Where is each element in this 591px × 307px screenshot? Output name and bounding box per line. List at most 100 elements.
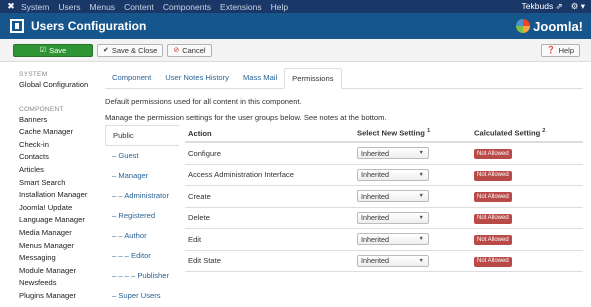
joomla-logo-mark-icon [516,19,531,33]
help-button[interactable]: ❓ Help [540,43,580,57]
save-button[interactable]: ☑ Save [13,43,93,57]
group-item[interactable]: – Manager [105,166,179,186]
table-row: Delete Inherited ▼ Not Allowed [185,208,583,229]
tab-permissions[interactable]: Permissions [284,68,342,89]
group-item[interactable]: – Super Users [105,286,179,306]
joomla-logo-text: Joomla! [533,18,583,34]
tab-user-notes-history[interactable]: User Notes History [158,68,236,88]
table-row: Edit State Inherited ▼ Not Allowed [185,251,583,272]
calculated-setting-header: Calculated Setting 2 [474,128,583,138]
permissions-table: Action Select New Setting 1 Calculated S… [185,125,583,272]
status-badge: Not Allowed [474,235,512,245]
site-name: Tekbuds [521,1,554,11]
group-item[interactable]: – – Author [105,226,179,246]
action-name: Delete [188,213,210,223]
sidebar-item-global-configuration[interactable]: Global Configuration [19,79,99,92]
sidebar-item-messaging[interactable]: Messaging [19,252,99,265]
user-menu[interactable]: ⚙ ▾ [571,1,585,12]
select-setting-header: Select New Setting 1 [357,128,474,138]
action-name: Edit State [188,256,221,266]
setting-select-value: Inherited [361,213,389,223]
calculated-cell: Not Allowed [474,191,583,202]
sidebar: SYSTEM Global Configuration COMPONENT Ba… [19,70,99,303]
top-navigation-bar: ✖ System Users Menus Content Components … [0,0,591,13]
action-name: Access Administration Interface [188,170,294,180]
check-icon: ✔ [103,47,109,54]
calculated-cell: Not Allowed [474,148,583,159]
user-groups-list: Public – Guest – Manager – – Administrator –… [105,125,179,306]
setting-select-value: Inherited [361,191,389,201]
setting-select[interactable]: Inherited ▼ [357,190,429,203]
sidebar-item-articles[interactable]: Articles [19,164,99,177]
status-badge: Not Allowed [474,170,512,181]
menu-menus[interactable]: Menus [90,2,116,12]
joomla-menu-icon[interactable]: ✖ [5,1,17,13]
setting-select[interactable]: Inherited ▼ [357,147,429,160]
setting-cell: Inherited ▼ [357,190,474,203]
cancel-button-label: Cancel [182,45,206,55]
table-row: Configure Inherited ▼ Not Allowed [185,143,583,165]
chevron-down-icon: ▼ [418,193,424,200]
chevron-down-icon: ▼ [418,214,424,221]
menu-extensions[interactable]: Extensions [220,2,262,12]
question-icon: ❓ [546,47,556,54]
calculated-cell: Not Allowed [474,169,583,181]
setting-select[interactable]: Inherited ▼ [357,254,429,267]
select-setting-footnote: 1 [427,128,431,135]
sidebar-item-media-manager[interactable]: Media Manager [19,227,99,240]
menu-content[interactable]: Content [124,2,154,12]
sidebar-item-menus-manager[interactable]: Menus Manager [19,240,99,253]
action-header: Action [188,128,212,138]
top-menu: System Users Menus Content Components Ex… [21,2,297,12]
sidebar-item-smart-search[interactable]: Smart Search [19,177,99,190]
sidebar-caption-system: SYSTEM [19,71,48,78]
toolbar: ☑ Save ✔ Save & Close ⊘ Cancel ❓ Help [0,39,591,62]
sidebar-item-installation-manager[interactable]: Installation Manager [19,189,99,202]
page-header: Users Configuration Joomla! [0,13,591,39]
save-button-label: Save [49,45,67,55]
save-close-button-label: Save & Close [111,45,158,55]
setting-select[interactable]: Inherited ▼ [357,233,429,246]
setting-select-value: Inherited [361,234,389,244]
action-name: Edit [188,234,202,244]
config-tabs: Component User Notes History Mass Mail P… [105,68,583,89]
chevron-down-icon: ▼ [418,257,424,264]
sidebar-item-cache-manager[interactable]: Cache Manager [19,126,99,139]
calculated-cell: Not Allowed [474,234,583,245]
sidebar-item-newsfeeds[interactable]: Newsfeeds [19,277,99,290]
group-item[interactable]: – – – – Publisher [105,266,179,286]
setting-select-value: Inherited [361,256,389,266]
group-item[interactable]: – – – Editor [105,246,179,266]
calculated-setting-header-label: Calculated Setting [474,128,541,138]
menu-components[interactable]: Components [163,2,211,12]
tab-mass-mail[interactable]: Mass Mail [236,68,284,88]
sidebar-item-language-manager[interactable]: Language Manager [19,214,99,227]
group-item[interactable]: – – Administrator [105,186,179,206]
cancel-icon: ⊘ [173,47,180,54]
setting-select-value: Inherited [361,170,389,180]
menu-users[interactable]: Users [58,2,80,12]
cancel-button[interactable]: ⊘ Cancel [167,43,212,57]
table-row: Edit Inherited ▼ Not Allowed [185,229,583,251]
users-config-icon [10,19,24,33]
tab-component[interactable]: Component [105,68,158,88]
sidebar-item-plugins-manager[interactable]: Plugins Manager [19,290,99,303]
sidebar-item-contacts[interactable]: Contacts [19,151,99,164]
setting-cell: Inherited ▼ [357,147,474,160]
group-item[interactable]: – Guest [105,146,179,166]
calculated-cell: Not Allowed [474,255,583,267]
sidebar-item-module-manager[interactable]: Module Manager [19,265,99,278]
save-close-button[interactable]: ✔ Save & Close [97,43,164,57]
sidebar-item-joomla-update[interactable]: Joomla! Update [19,202,99,215]
site-link[interactable]: Tekbuds ⇗ [522,1,563,12]
group-item[interactable]: – Registered [105,206,179,226]
sidebar-item-banners[interactable]: Banners [19,114,99,127]
status-badge: Not Allowed [474,256,512,267]
setting-select[interactable]: Inherited ▼ [357,168,429,181]
menu-help[interactable]: Help [271,2,288,12]
group-item[interactable]: Public [105,125,179,146]
sidebar-item-check-in[interactable]: Check-in [19,139,99,152]
setting-select[interactable]: Inherited ▼ [357,211,429,224]
table-row: Access Administration Interface Inherited… [185,165,583,186]
menu-system[interactable]: System [21,2,49,12]
